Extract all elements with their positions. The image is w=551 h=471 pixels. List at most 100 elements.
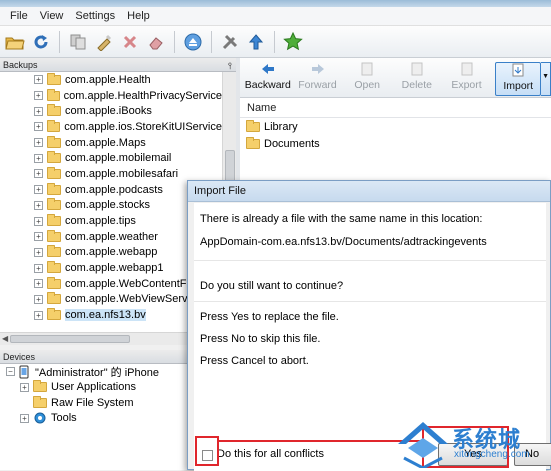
expand-icon[interactable]: + [34,294,43,304]
backups-pane-header: Backups ⫯ [0,58,236,72]
menu-bar: File View Settings Help [0,7,551,26]
folder-icon [47,276,61,289]
tree-item-label: com.apple.ios.StoreKitUIService [64,120,222,133]
dialog-title: Import File [188,181,550,202]
tree-item[interactable]: + com.apple.iBooks [0,103,222,119]
expand-icon[interactable]: + [34,310,43,320]
folder-icon [246,119,260,132]
menu-view[interactable]: View [34,10,70,22]
tree-item-label: com.apple.WebViewService [65,293,202,306]
scroll-thumb[interactable] [10,335,130,343]
export-button[interactable]: Export [442,62,492,96]
delete-file-icon [409,62,425,76]
refresh-icon[interactable] [30,31,52,53]
devices-header-label: Devices [3,352,36,362]
dialog-question: Do you still want to continue? [200,280,344,292]
menu-file[interactable]: File [4,10,34,22]
tree-item[interactable]: + com.apple.Health [0,72,222,88]
expand-icon[interactable]: + [34,232,43,242]
copy-icon[interactable] [67,31,89,53]
folder-icon [46,119,61,132]
expand-icon[interactable]: + [34,247,43,257]
pin-icon[interactable]: ⫯ [228,59,232,73]
open-folder-icon[interactable] [4,31,26,53]
forward-arrow-icon [310,62,326,76]
eject-icon[interactable] [182,31,204,53]
device-child-label: User Applications [51,381,136,394]
clean-icon[interactable] [93,31,115,53]
menu-help[interactable]: Help [121,10,156,22]
name-column-header[interactable]: Name [240,98,551,118]
forward-label: Forward [298,79,337,91]
backward-button[interactable]: Backward [243,62,293,96]
expand-icon[interactable]: + [34,106,43,116]
expand-icon[interactable]: + [20,413,29,423]
menu-settings[interactable]: Settings [69,10,121,22]
expand-icon[interactable]: + [34,122,43,132]
import-dropdown-icon[interactable]: ▼ [541,62,551,96]
folder-icon [47,182,61,195]
phone-icon [19,365,29,379]
window-title-bar [0,0,551,7]
expand-icon[interactable]: + [34,200,43,210]
scroll-left-arrow-icon[interactable]: ◀ [2,334,8,343]
eraser-icon[interactable] [145,31,167,53]
folder-icon [47,166,61,179]
forward-button[interactable]: Forward [293,62,343,96]
import-label: Import [503,80,534,92]
device-name: "Administrator" 的 iPhone [35,366,159,379]
tree-item[interactable]: + com.apple.HealthPrivacyService [0,88,222,104]
watermark-url: xitongcheng.com [454,449,530,460]
expand-icon[interactable]: + [34,91,43,101]
folder-icon [47,72,61,85]
dialog-option-no: Press No to skip this file. [200,333,321,345]
highlight-box-checkbox [195,436,219,466]
list-item[interactable]: Documents [240,135,551,152]
folder-icon [47,308,61,321]
folder-icon [46,88,60,101]
expand-icon[interactable]: + [34,185,43,195]
expand-icon[interactable]: + [34,279,43,289]
folder-icon [47,229,61,242]
upload-icon[interactable] [245,31,267,53]
folder-icon [47,151,61,164]
import-icon [510,63,526,77]
file-name: Documents [264,137,320,150]
expand-icon[interactable]: + [34,138,43,148]
back-arrow-icon [260,62,276,76]
folder-icon [246,136,260,149]
tree-item-label: com.apple.Maps [65,136,146,149]
delete-x-icon[interactable] [119,31,141,53]
tree-item-label: com.apple.weather [65,230,158,243]
gear-icon [34,412,46,424]
collapse-icon[interactable]: − [6,367,15,377]
tree-item[interactable]: + com.apple.Maps [0,135,222,151]
favorite-star-icon[interactable] [282,31,304,53]
toolbar-separator [211,30,212,53]
tools-icon[interactable] [219,31,241,53]
open-button[interactable]: Open [342,62,392,96]
folder-icon [47,135,61,148]
expand-icon[interactable]: + [34,169,43,179]
dialog-divider [194,301,546,302]
expand-icon[interactable]: + [34,263,43,273]
expand-icon[interactable]: + [20,382,29,392]
tree-item-label: com.apple.HealthPrivacyService [63,89,222,102]
all-conflicts-label[interactable]: Do this for all conflicts [217,448,324,460]
tree-item[interactable]: + com.apple.ios.StoreKitUIService [0,119,222,135]
tree-item-label: com.apple.stocks [65,199,150,212]
tree-item[interactable]: + com.apple.mobilemail [0,150,222,166]
expand-icon[interactable]: + [34,216,43,226]
expand-icon[interactable]: + [34,153,43,163]
delete-label: Delete [401,79,433,91]
list-item[interactable]: Library [240,118,551,135]
folder-icon [47,245,61,258]
expand-icon[interactable]: + [34,75,43,85]
main-toolbar [0,26,551,58]
device-child-label: Raw File System [51,396,134,409]
backups-header-label: Backups [3,60,38,70]
tree-item-label: com.apple.tips [65,215,136,228]
import-button[interactable]: Import [495,62,542,96]
delete-button[interactable]: Delete [392,62,442,96]
tree-item-label: com.apple.webapp [65,246,158,259]
